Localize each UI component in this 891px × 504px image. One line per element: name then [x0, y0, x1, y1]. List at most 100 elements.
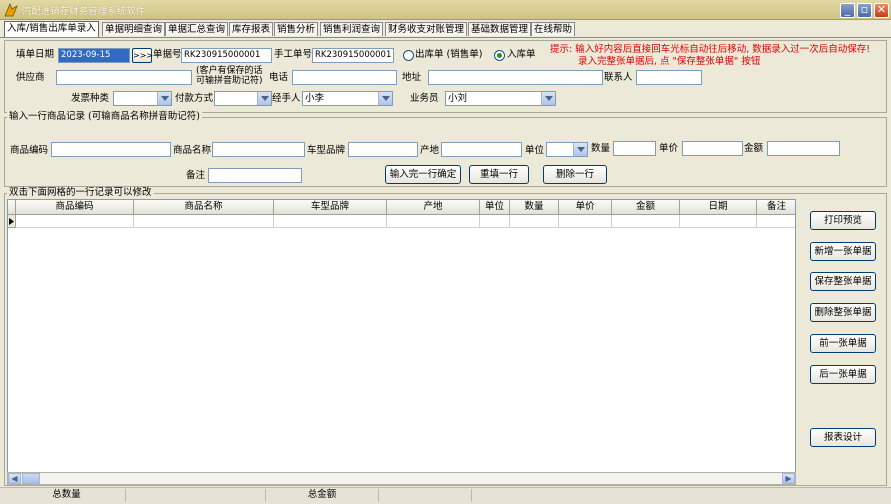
- maximize-button[interactable]: ▫: [857, 3, 872, 18]
- item-origin-field[interactable]: [441, 142, 522, 157]
- total-qty-value: [126, 489, 266, 502]
- col-header-name[interactable]: 商品名称: [134, 200, 274, 215]
- item-amount-label: 金额: [744, 143, 764, 154]
- table-cell[interactable]: [480, 215, 510, 228]
- phone-label: 电话: [269, 72, 289, 83]
- radio-outbound-label[interactable]: 出库单 (销售单): [415, 49, 482, 61]
- handler-value: 小李: [305, 93, 325, 104]
- refill-line-button[interactable]: 重填一行: [469, 165, 529, 184]
- close-icon: ✕: [876, 3, 887, 16]
- table-cell[interactable]: [612, 215, 680, 228]
- row-header-corner: [8, 200, 16, 215]
- chevron-down-icon: [157, 92, 171, 105]
- table-cell[interactable]: [134, 215, 274, 228]
- supplier-field[interactable]: [56, 70, 192, 85]
- doc-no-label: 单据号: [153, 49, 182, 60]
- manual-no-label: 手工单号: [274, 49, 313, 60]
- phone-field[interactable]: [292, 70, 397, 85]
- confirm-line-button[interactable]: 输入完一行确定: [385, 165, 461, 184]
- tab-detail-query[interactable]: 单据明细查询: [102, 22, 166, 36]
- item-qty-field[interactable]: [613, 141, 656, 156]
- address-field[interactable]: [428, 70, 603, 85]
- tab-sales-analysis[interactable]: 销售分析: [274, 22, 319, 36]
- item-price-field[interactable]: [682, 141, 743, 156]
- tab-summary-query[interactable]: 单据汇总查询: [165, 22, 229, 36]
- scroll-thumb[interactable]: [22, 473, 40, 484]
- table-cell[interactable]: [16, 215, 134, 228]
- clerk-value: 小刘: [448, 93, 468, 104]
- next-document-button[interactable]: 后一张单据: [810, 365, 876, 384]
- tab-order-entry[interactable]: 入库/销售出库单录入: [4, 21, 99, 37]
- chevron-down-icon: [573, 143, 587, 156]
- total-amount-value: [379, 489, 472, 502]
- print-preview-button[interactable]: 打印预览: [810, 211, 876, 230]
- horizontal-scrollbar[interactable]: ◀ ▶: [7, 472, 796, 485]
- grid-title: 双击下面网格的一行记录可以修改: [7, 187, 154, 199]
- payment-label: 付款方式: [175, 93, 214, 104]
- col-header-date[interactable]: 日期: [680, 200, 757, 215]
- date-picker-button[interactable]: >>>: [132, 48, 153, 63]
- col-header-qty[interactable]: 数量: [510, 200, 559, 215]
- radio-outbound[interactable]: [403, 50, 414, 61]
- invoice-type-select[interactable]: [113, 91, 172, 106]
- table-cell[interactable]: [680, 215, 757, 228]
- radio-inbound[interactable]: [494, 50, 505, 61]
- table-cell[interactable]: [757, 215, 795, 228]
- save-document-button[interactable]: 保存整张单据: [810, 272, 876, 291]
- delete-line-button[interactable]: 删除一行: [543, 165, 607, 184]
- item-origin-label: 产地: [420, 145, 440, 156]
- col-header-code[interactable]: 商品编码: [16, 200, 134, 215]
- tab-inventory-report[interactable]: 库存报表: [229, 22, 274, 36]
- close-button[interactable]: ✕: [874, 3, 889, 18]
- report-design-button[interactable]: 报表设计: [810, 428, 876, 447]
- clerk-select[interactable]: 小刘: [445, 91, 556, 106]
- table-cell[interactable]: [559, 215, 612, 228]
- item-remark-field[interactable]: [208, 168, 302, 183]
- col-header-amount[interactable]: 金额: [612, 200, 680, 215]
- delete-document-button[interactable]: 删除整张单据: [810, 303, 876, 322]
- col-header-remark[interactable]: 备注: [757, 200, 795, 215]
- item-remark-label: 备注: [186, 170, 206, 181]
- payment-select[interactable]: [214, 91, 272, 106]
- table-cell[interactable]: [274, 215, 387, 228]
- tab-base-data[interactable]: 基础数据管理: [468, 22, 532, 36]
- col-header-origin[interactable]: 产地: [387, 200, 480, 215]
- col-header-unit[interactable]: 单位: [480, 200, 510, 215]
- col-header-model[interactable]: 车型品牌: [274, 200, 387, 215]
- col-header-price[interactable]: 单价: [559, 200, 612, 215]
- minimize-button[interactable]: _: [840, 3, 855, 18]
- supplier-hint-2: 可输拼音助记符): [196, 76, 263, 86]
- contact-field[interactable]: [636, 70, 702, 85]
- doc-no-field[interactable]: RK230915000001: [181, 48, 272, 63]
- date-field[interactable]: 2023-09-15: [58, 48, 130, 63]
- scroll-left-icon[interactable]: ◀: [8, 473, 21, 484]
- items-grid[interactable]: 商品编码 商品名称 车型品牌 产地 单位 数量 单价 金额 日期 备注: [7, 199, 796, 484]
- row-indicator[interactable]: [8, 215, 16, 228]
- tab-online-help[interactable]: 在线帮助: [531, 22, 576, 36]
- item-qty-label: 数量: [591, 143, 611, 154]
- address-label: 地址: [402, 72, 422, 83]
- manual-no-field[interactable]: RK230915000001: [312, 48, 394, 63]
- item-amount-field[interactable]: [767, 141, 840, 156]
- item-unit-select[interactable]: [546, 142, 588, 157]
- handler-select[interactable]: 小李: [302, 91, 393, 106]
- tab-finance-reconcile[interactable]: 财务收支对账管理: [385, 22, 468, 36]
- item-model-label: 车型品牌: [307, 145, 346, 156]
- new-document-button[interactable]: 新增一张单据: [810, 242, 876, 261]
- prev-document-button[interactable]: 前一张单据: [810, 334, 876, 353]
- item-code-field[interactable]: [51, 142, 171, 157]
- table-cell[interactable]: [387, 215, 480, 228]
- item-model-field[interactable]: [348, 142, 418, 157]
- item-price-label: 单价: [659, 143, 679, 154]
- tab-profit-query[interactable]: 销售利润查询: [320, 22, 384, 36]
- item-name-field[interactable]: [212, 142, 305, 157]
- maximize-icon: ▫: [860, 3, 869, 16]
- supplier-label: 供应商: [16, 72, 45, 83]
- contact-label: 联系人: [604, 72, 633, 83]
- radio-inbound-label[interactable]: 入库单: [507, 49, 536, 61]
- app-logo-icon: [4, 3, 18, 17]
- table-cell[interactable]: [510, 215, 559, 228]
- scroll-right-icon[interactable]: ▶: [782, 473, 795, 484]
- current-row-icon: [9, 218, 14, 225]
- item-name-label: 商品名称: [173, 145, 212, 156]
